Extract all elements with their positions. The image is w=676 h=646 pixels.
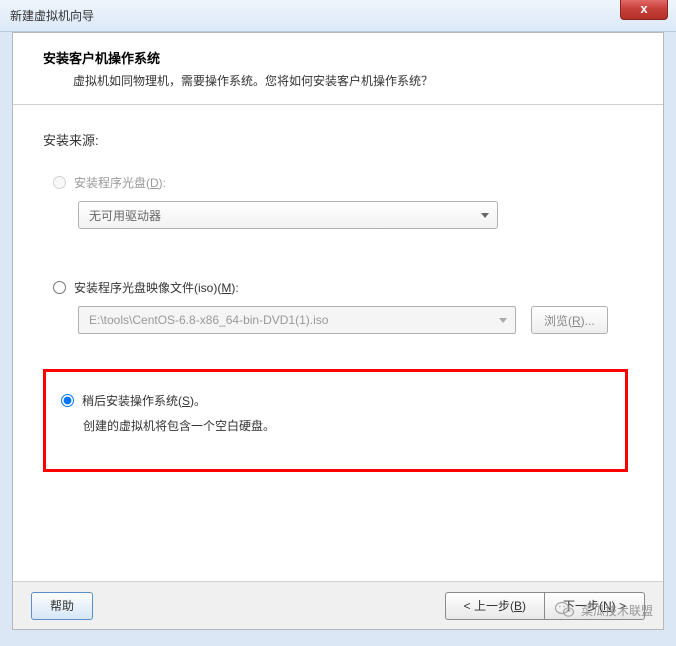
- dialog-body: 安装客户机操作系统 虚拟机如同物理机，需要操作系统。您将如何安装客户机操作系统？…: [12, 32, 664, 630]
- option-iso-group: 安装程序光盘映像文件(iso)(M): E:\tools\CentOS-6.8-…: [43, 279, 633, 334]
- iso-path-input[interactable]: E:\tools\CentOS-6.8-x86_64-bin-DVD1(1).i…: [78, 306, 516, 334]
- source-label: 安装来源:: [43, 130, 633, 149]
- title-bar: 新建虚拟机向导 x: [0, 0, 676, 32]
- close-button[interactable]: x: [620, 0, 668, 20]
- help-button[interactable]: 帮助: [31, 592, 93, 620]
- header-section: 安装客户机操作系统 虚拟机如同物理机，需要操作系统。您将如何安装客户机操作系统？: [13, 33, 663, 105]
- back-button[interactable]: < 上一步(B): [445, 592, 544, 620]
- radio-disc: [53, 176, 66, 189]
- option-disc-group: 安装程序光盘(D): 无可用驱动器: [43, 174, 633, 229]
- radio-disc-label: 安装程序光盘(D):: [74, 174, 166, 191]
- button-bar: 帮助 < 上一步(B) 下一步(N) > 菜瓜技术联盟: [13, 581, 663, 629]
- wechat-icon: [554, 599, 576, 621]
- disc-dropdown[interactable]: 无可用驱动器: [78, 201, 498, 229]
- watermark-text: 菜瓜技术联盟: [581, 602, 653, 619]
- disc-dropdown-value: 无可用驱动器: [89, 207, 161, 224]
- iso-path-value: E:\tools\CentOS-6.8-x86_64-bin-DVD1(1).i…: [89, 313, 328, 327]
- window-title: 新建虚拟机向导: [10, 7, 94, 24]
- watermark: 菜瓜技术联盟: [554, 599, 653, 621]
- browse-button[interactable]: 浏览(R)...: [531, 306, 608, 334]
- chevron-down-icon: [481, 213, 489, 218]
- later-description: 创建的虚拟机将包含一个空白硬盘。: [83, 417, 610, 434]
- radio-iso[interactable]: [53, 281, 66, 294]
- page-subtitle: 虚拟机如同物理机，需要操作系统。您将如何安装客户机操作系统？: [73, 72, 643, 89]
- chevron-down-icon: [499, 318, 507, 323]
- radio-iso-label: 安装程序光盘映像文件(iso)(M):: [74, 279, 239, 296]
- radio-later-label: 稍后安装操作系统(S)。: [82, 392, 206, 409]
- option-later-highlight: 稍后安装操作系统(S)。 创建的虚拟机将包含一个空白硬盘。: [43, 369, 628, 472]
- radio-later[interactable]: [61, 394, 74, 407]
- content-section: 安装来源: 安装程序光盘(D): 无可用驱动器 安装程序光盘映像文件(iso)(…: [13, 105, 663, 497]
- close-icon: x: [640, 1, 647, 16]
- page-title: 安装客户机操作系统: [43, 48, 643, 67]
